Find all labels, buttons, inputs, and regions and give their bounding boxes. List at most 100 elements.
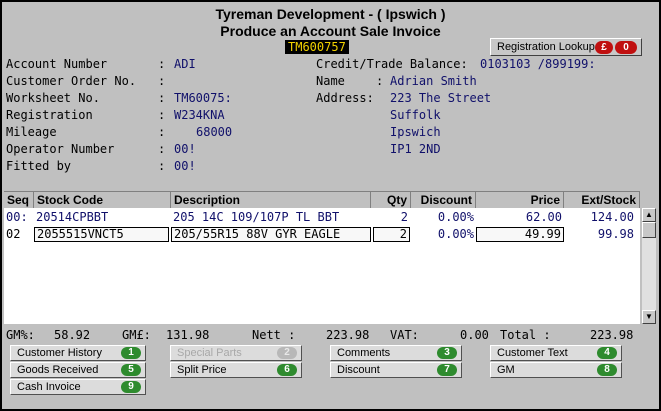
- detail-row-order: Customer Order No. :: [6, 74, 306, 91]
- row-discount: 0.00%: [437, 210, 474, 224]
- totals-bar: GM%: 58.92 GM£: 131.98 Nett : 223.98 VAT…: [6, 328, 656, 343]
- name-sep: :: [376, 74, 384, 88]
- account-number-sep: :: [158, 57, 166, 71]
- customer-order-sep: :: [158, 74, 166, 88]
- cash-invoice-button[interactable]: Cash Invoice 9: [10, 379, 146, 395]
- comments-button[interactable]: Comments 3: [330, 345, 462, 361]
- worksheet-badge: TM600757: [285, 40, 349, 54]
- table-row[interactable]: 02 2055515VNCT5 205/55R15 88V GYR EAGLE …: [4, 227, 640, 242]
- pound-icon: £: [595, 41, 613, 54]
- col-ext-stock[interactable]: Ext/Stock: [564, 192, 640, 208]
- items-table-header: Seq Stock Code Description Qty Discount …: [4, 191, 640, 209]
- key-3-icon: 3: [437, 347, 457, 359]
- registration-label: Registration: [6, 108, 93, 122]
- detail-row-worksheet: Worksheet No. : TM60075:: [6, 91, 306, 108]
- row-ext: 99.98: [597, 227, 634, 241]
- mileage-value[interactable]: 68000: [196, 125, 232, 139]
- details-right: Credit/Trade Balance: 0103103 /899199: N…: [316, 57, 656, 167]
- mileage-sep: :: [158, 125, 166, 139]
- key-6-icon: 6: [277, 364, 297, 376]
- col-seq[interactable]: Seq: [4, 192, 34, 208]
- customer-history-button[interactable]: Customer History 1: [10, 345, 146, 361]
- row-stock-code-input[interactable]: 2055515VNCT5: [34, 227, 169, 242]
- discount-label: Discount: [337, 364, 380, 376]
- key-2-icon: 2: [277, 347, 297, 359]
- address-line-3: Ipswich: [390, 125, 441, 139]
- col-qty[interactable]: Qty: [371, 192, 411, 208]
- page-subtitle: Produce an Account Sale Invoice: [220, 23, 441, 39]
- special-parts-label: Special Parts: [177, 347, 242, 359]
- gm-percent-label: GM%:: [6, 328, 35, 342]
- items-table-body: 00: 20514CPBBT 205 14C 109/107P TL BBT 2…: [4, 208, 640, 324]
- customer-text-label: Customer Text: [497, 347, 568, 359]
- nett-label: Nett :: [252, 328, 296, 342]
- vat-label: VAT:: [390, 328, 419, 342]
- key-8-icon: 8: [597, 364, 617, 376]
- customer-text-button[interactable]: Customer Text 4: [490, 345, 622, 361]
- operator-number-value[interactable]: 00!: [174, 142, 196, 156]
- row-qty: 2: [400, 210, 408, 224]
- registration-lookup-button[interactable]: Registration Lookup £ 0: [490, 38, 642, 56]
- row-price-input[interactable]: 49.99: [476, 227, 564, 242]
- scroll-up-icon[interactable]: ▲: [642, 208, 656, 222]
- account-number-value[interactable]: ADI: [174, 57, 196, 71]
- fitted-by-value[interactable]: 00!: [174, 159, 196, 173]
- row-price: 62.00: [525, 210, 562, 224]
- worksheet-label: Worksheet No.: [6, 91, 100, 105]
- fitted-by-sep: :: [158, 159, 166, 173]
- gm-percent-value: 58.92: [54, 328, 91, 342]
- name-label: Name: [316, 74, 345, 88]
- detail-row-fitted: Fitted by : 00!: [6, 159, 306, 176]
- row-seq: 02: [6, 227, 21, 241]
- key-7-icon: 7: [437, 364, 457, 376]
- credit-balance-value: 0103103 /899199:: [480, 57, 596, 71]
- row-stock-code: 20514CPBBT: [36, 210, 109, 224]
- cash-invoice-label: Cash Invoice: [17, 381, 81, 393]
- goods-received-button[interactable]: Goods Received 5: [10, 362, 146, 378]
- details-left: Account Number : ADI Customer Order No. …: [6, 57, 306, 176]
- address-label: Address:: [316, 91, 374, 105]
- col-price[interactable]: Price: [476, 192, 564, 208]
- vat-value: 0.00: [460, 328, 489, 342]
- registration-lookup-label: Registration Lookup: [497, 41, 595, 53]
- gm-button[interactable]: GM 8: [490, 362, 622, 378]
- gm-amount-label: GM£:: [122, 328, 151, 342]
- name-value: Adrian Smith: [390, 74, 477, 88]
- row-description: 205 14C 109/107P TL BBT: [173, 210, 340, 224]
- row-description-input[interactable]: 205/55R15 88V GYR EAGLE: [171, 227, 371, 242]
- invoice-window: Tyreman Development - ( Ipswich ) Produc…: [0, 0, 661, 411]
- split-price-label: Split Price: [177, 364, 227, 376]
- goods-received-label: Goods Received: [17, 364, 99, 376]
- detail-row-account: Account Number : ADI: [6, 57, 306, 74]
- credit-balance-label: Credit/Trade Balance:: [316, 57, 468, 71]
- table-scrollbar[interactable]: ▲ ▼: [642, 208, 656, 324]
- worksheet-value[interactable]: TM60075:: [174, 91, 232, 105]
- address-line-1: 223 The Street: [390, 91, 492, 105]
- customer-order-label: Customer Order No.: [6, 74, 137, 88]
- key-1-icon: 1: [121, 347, 141, 359]
- account-number-label: Account Number: [6, 57, 108, 71]
- worksheet-sep: :: [158, 91, 166, 105]
- operator-number-label: Operator Number: [6, 142, 115, 156]
- table-row[interactable]: 00: 20514CPBBT 205 14C 109/107P TL BBT 2…: [4, 210, 640, 225]
- scroll-thumb[interactable]: [642, 222, 656, 238]
- total-label: Total :: [500, 328, 551, 342]
- row-qty-input[interactable]: 2: [373, 227, 410, 242]
- row-discount: 0.00%: [437, 227, 474, 241]
- fitted-by-label: Fitted by: [6, 159, 72, 173]
- split-price-button[interactable]: Split Price 6: [170, 362, 302, 378]
- col-discount[interactable]: Discount: [411, 192, 476, 208]
- col-stock-code[interactable]: Stock Code: [34, 192, 171, 208]
- discount-button[interactable]: Discount 7: [330, 362, 462, 378]
- key-4-icon: 4: [597, 347, 617, 359]
- address-line-2: Suffolk: [390, 108, 441, 122]
- detail-row-registration: Registration : W234KNA: [6, 108, 306, 125]
- row-seq: 00:: [6, 210, 28, 224]
- scroll-down-icon[interactable]: ▼: [642, 310, 656, 324]
- key-5-icon: 5: [121, 364, 141, 376]
- customer-history-label: Customer History: [17, 347, 102, 359]
- col-description[interactable]: Description: [171, 192, 371, 208]
- comments-label: Comments: [337, 347, 391, 359]
- registration-value[interactable]: W234KNA: [174, 108, 225, 122]
- nett-value: 223.98: [326, 328, 370, 342]
